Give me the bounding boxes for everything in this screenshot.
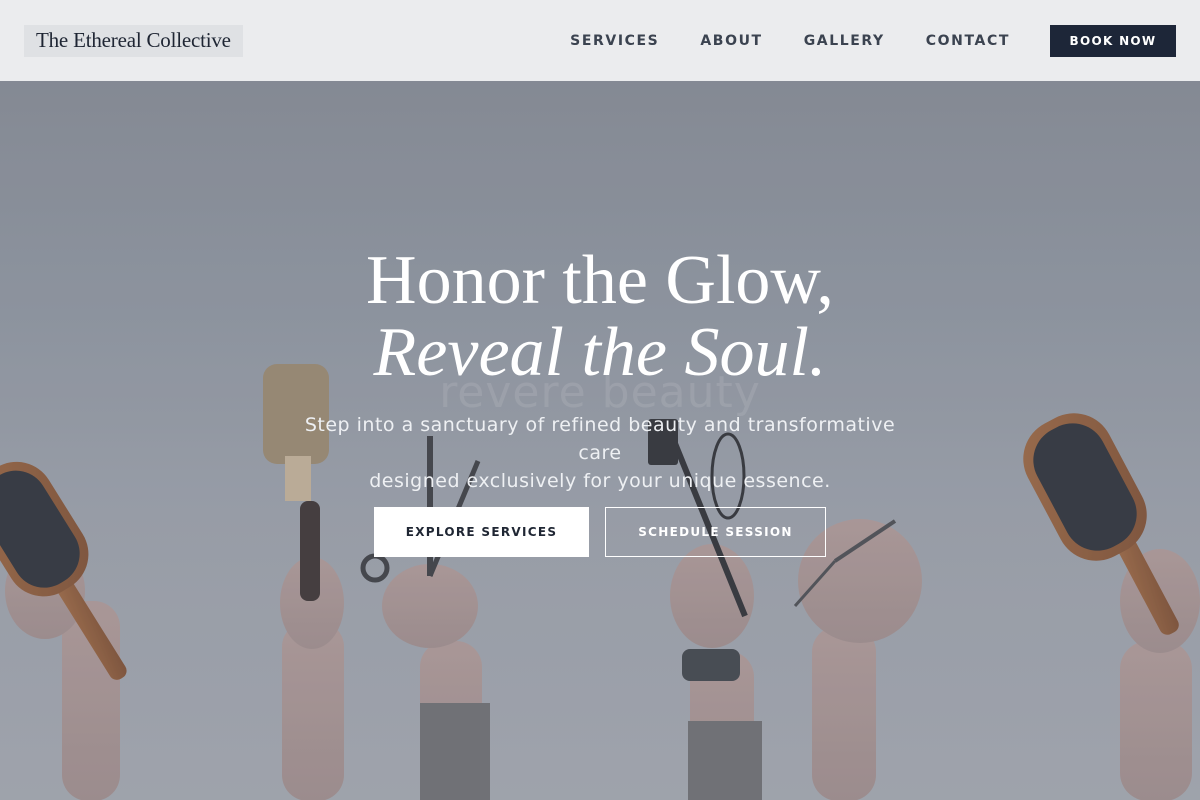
nav-link-gallery[interactable]: GALLERY (804, 33, 885, 49)
hero-subtitle-line1: Step into a sanctuary of refined beauty … (304, 414, 896, 464)
book-now-button[interactable]: BOOK NOW (1050, 24, 1176, 57)
brand-logo[interactable]: The Ethereal Collective (24, 24, 243, 57)
hero-title-line2: Reveal the Soul. (373, 314, 827, 391)
hero-subtitle: Step into a sanctuary of refined beauty … (280, 411, 920, 495)
schedule-session-button[interactable]: SCHEDULE SESSION (605, 507, 826, 557)
hero-section: revere beauty Honor the Glow, Reveal the… (0, 81, 1200, 800)
nav-link-contact[interactable]: CONTACT (926, 33, 1010, 49)
site-header: The Ethereal Collective SERVICES ABOUT G… (0, 0, 1200, 81)
hero-subtitle-line2: designed exclusively for your unique ess… (369, 470, 831, 492)
hero-content: revere beauty Honor the Glow, Reveal the… (0, 81, 1200, 800)
nav-link-services[interactable]: SERVICES (570, 33, 659, 49)
explore-services-button[interactable]: EXPLORE SERVICES (374, 507, 589, 557)
nav-link-about[interactable]: ABOUT (700, 33, 762, 49)
main-nav: SERVICES ABOUT GALLERY CONTACT BOOK NOW (570, 24, 1176, 57)
